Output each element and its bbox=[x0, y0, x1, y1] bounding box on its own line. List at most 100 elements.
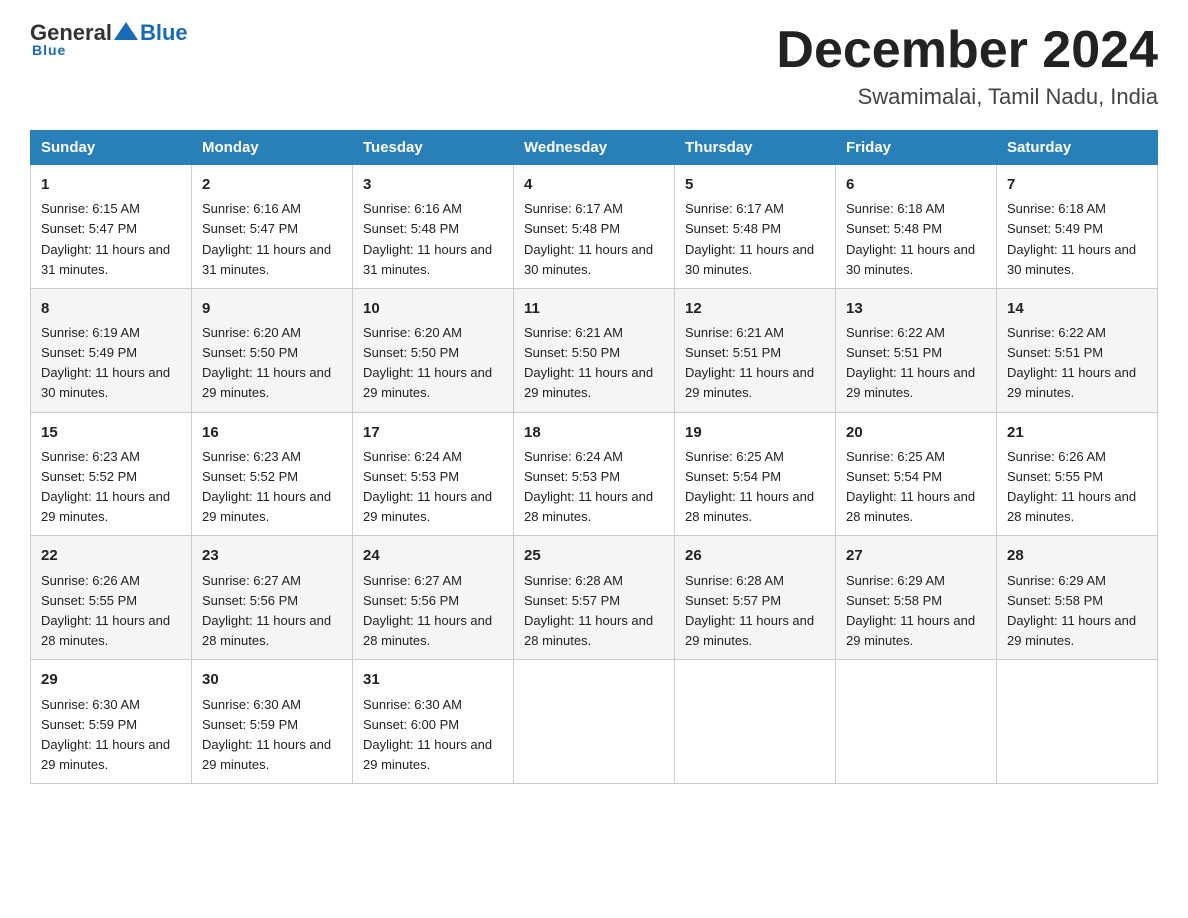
calendar-cell: 26 Sunrise: 6:28 AMSunset: 5:57 PMDayligh… bbox=[675, 536, 836, 660]
calendar-cell: 2 Sunrise: 6:16 AMSunset: 5:47 PMDaylight… bbox=[192, 165, 353, 289]
day-number: 16 bbox=[202, 421, 342, 444]
calendar-cell: 6Sunrise: 6:18 AMSunset: 5:48 PMDaylight… bbox=[836, 165, 997, 289]
day-number: 17 bbox=[363, 421, 503, 444]
day-info: Sunrise: 6:26 AMSunset: 5:55 PMDaylight:… bbox=[1007, 447, 1147, 528]
day-info: Sunrise: 6:24 AMSunset: 5:53 PMDaylight:… bbox=[524, 447, 664, 528]
day-info: Sunrise: 6:21 AMSunset: 5:50 PMDaylight:… bbox=[524, 323, 664, 404]
logo-blue-text: Blue bbox=[140, 20, 188, 46]
title-block: December 2024 Swamimalai, Tamil Nadu, In… bbox=[776, 20, 1158, 110]
calendar-cell bbox=[675, 660, 836, 784]
weekday-header-wednesday: Wednesday bbox=[514, 131, 675, 165]
day-number: 14 bbox=[1007, 297, 1147, 320]
day-number: 3 bbox=[363, 173, 503, 196]
day-info: Sunrise: 6:17 AMSunset: 5:48 PMDaylight:… bbox=[524, 199, 664, 280]
day-number: 1 bbox=[41, 173, 181, 196]
day-info: Sunrise: 6:24 AMSunset: 5:53 PMDaylight:… bbox=[363, 447, 503, 528]
day-info: Sunrise: 6:16 AMSunset: 5:47 PMDaylight:… bbox=[202, 199, 342, 280]
calendar-table: SundayMondayTuesdayWednesdayThursdayFrid… bbox=[30, 130, 1158, 784]
calendar-cell: 5 Sunrise: 6:17 AMSunset: 5:48 PMDaylight… bbox=[675, 165, 836, 289]
day-info: Sunrise: 6:23 AMSunset: 5:52 PMDaylight:… bbox=[202, 447, 342, 528]
day-info: Sunrise: 6:22 AMSunset: 5:51 PMDaylight:… bbox=[1007, 323, 1147, 404]
day-number: 12 bbox=[685, 297, 825, 320]
day-info: Sunrise: 6:23 AMSunset: 5:52 PMDaylight:… bbox=[41, 447, 181, 528]
calendar-cell bbox=[514, 660, 675, 784]
day-number: 22 bbox=[41, 544, 181, 567]
day-number: 24 bbox=[363, 544, 503, 567]
logo: General Blue Blue bbox=[30, 20, 188, 58]
calendar-cell: 1 Sunrise: 6:15 AMSunset: 5:47 PMDaylight… bbox=[31, 165, 192, 289]
day-number: 11 bbox=[524, 297, 664, 320]
day-info: Sunrise: 6:25 AMSunset: 5:54 PMDaylight:… bbox=[846, 447, 986, 528]
page-header: General Blue Blue December 2024 Swamimal… bbox=[30, 20, 1158, 110]
day-info: Sunrise: 6:28 AMSunset: 5:57 PMDaylight:… bbox=[685, 571, 825, 652]
day-info: Sunrise: 6:20 AMSunset: 5:50 PMDaylight:… bbox=[363, 323, 503, 404]
day-number: 19 bbox=[685, 421, 825, 444]
day-number: 4 bbox=[524, 173, 664, 196]
day-info: Sunrise: 6:20 AMSunset: 5:50 PMDaylight:… bbox=[202, 323, 342, 404]
day-info: Sunrise: 6:26 AMSunset: 5:55 PMDaylight:… bbox=[41, 571, 181, 652]
calendar-week-row: 29 Sunrise: 6:30 AMSunset: 5:59 PMDayligh… bbox=[31, 660, 1158, 784]
weekday-header-sunday: Sunday bbox=[31, 131, 192, 165]
calendar-cell: 21 Sunrise: 6:26 AMSunset: 5:55 PMDayligh… bbox=[997, 412, 1158, 536]
location-title: Swamimalai, Tamil Nadu, India bbox=[776, 84, 1158, 110]
day-info: Sunrise: 6:25 AMSunset: 5:54 PMDaylight:… bbox=[685, 447, 825, 528]
day-number: 5 bbox=[685, 173, 825, 196]
calendar-cell: 10 Sunrise: 6:20 AMSunset: 5:50 PMDayligh… bbox=[353, 288, 514, 412]
logo-triangle-icon bbox=[114, 22, 138, 40]
calendar-cell: 8Sunrise: 6:19 AMSunset: 5:49 PMDaylight… bbox=[31, 288, 192, 412]
weekday-header-monday: Monday bbox=[192, 131, 353, 165]
calendar-cell: 12 Sunrise: 6:21 AMSunset: 5:51 PMDayligh… bbox=[675, 288, 836, 412]
day-info: Sunrise: 6:29 AMSunset: 5:58 PMDaylight:… bbox=[846, 571, 986, 652]
calendar-cell: 14 Sunrise: 6:22 AMSunset: 5:51 PMDayligh… bbox=[997, 288, 1158, 412]
day-number: 27 bbox=[846, 544, 986, 567]
weekday-header-row: SundayMondayTuesdayWednesdayThursdayFrid… bbox=[31, 131, 1158, 165]
calendar-cell: 28Sunrise: 6:29 AMSunset: 5:58 PMDayligh… bbox=[997, 536, 1158, 660]
calendar-cell: 7Sunrise: 6:18 AMSunset: 5:49 PMDaylight… bbox=[997, 165, 1158, 289]
calendar-cell: 19 Sunrise: 6:25 AMSunset: 5:54 PMDayligh… bbox=[675, 412, 836, 536]
calendar-cell: 20 Sunrise: 6:25 AMSunset: 5:54 PMDayligh… bbox=[836, 412, 997, 536]
calendar-cell bbox=[997, 660, 1158, 784]
day-number: 26 bbox=[685, 544, 825, 567]
day-number: 28 bbox=[1007, 544, 1147, 567]
day-info: Sunrise: 6:15 AMSunset: 5:47 PMDaylight:… bbox=[41, 199, 181, 280]
weekday-header-saturday: Saturday bbox=[997, 131, 1158, 165]
day-number: 21 bbox=[1007, 421, 1147, 444]
calendar-cell: 25 Sunrise: 6:28 AMSunset: 5:57 PMDayligh… bbox=[514, 536, 675, 660]
day-info: Sunrise: 6:22 AMSunset: 5:51 PMDaylight:… bbox=[846, 323, 986, 404]
calendar-cell: 18 Sunrise: 6:24 AMSunset: 5:53 PMDayligh… bbox=[514, 412, 675, 536]
day-info: Sunrise: 6:19 AMSunset: 5:49 PMDaylight:… bbox=[41, 323, 181, 404]
calendar-cell: 15Sunrise: 6:23 AMSunset: 5:52 PMDayligh… bbox=[31, 412, 192, 536]
day-number: 25 bbox=[524, 544, 664, 567]
day-info: Sunrise: 6:27 AMSunset: 5:56 PMDaylight:… bbox=[202, 571, 342, 652]
day-info: Sunrise: 6:27 AMSunset: 5:56 PMDaylight:… bbox=[363, 571, 503, 652]
calendar-cell bbox=[836, 660, 997, 784]
calendar-cell: 22 Sunrise: 6:26 AMSunset: 5:55 PMDayligh… bbox=[31, 536, 192, 660]
calendar-cell: 11 Sunrise: 6:21 AMSunset: 5:50 PMDayligh… bbox=[514, 288, 675, 412]
calendar-week-row: 1 Sunrise: 6:15 AMSunset: 5:47 PMDaylight… bbox=[31, 165, 1158, 289]
day-info: Sunrise: 6:18 AMSunset: 5:49 PMDaylight:… bbox=[1007, 199, 1147, 280]
day-number: 13 bbox=[846, 297, 986, 320]
weekday-header-tuesday: Tuesday bbox=[353, 131, 514, 165]
calendar-cell: 31 Sunrise: 6:30 AMSunset: 6:00 PMDayligh… bbox=[353, 660, 514, 784]
calendar-week-row: 15Sunrise: 6:23 AMSunset: 5:52 PMDayligh… bbox=[31, 412, 1158, 536]
calendar-cell: 4 Sunrise: 6:17 AMSunset: 5:48 PMDaylight… bbox=[514, 165, 675, 289]
day-info: Sunrise: 6:16 AMSunset: 5:48 PMDaylight:… bbox=[363, 199, 503, 280]
calendar-week-row: 22 Sunrise: 6:26 AMSunset: 5:55 PMDayligh… bbox=[31, 536, 1158, 660]
weekday-header-friday: Friday bbox=[836, 131, 997, 165]
day-info: Sunrise: 6:21 AMSunset: 5:51 PMDaylight:… bbox=[685, 323, 825, 404]
calendar-cell: 13 Sunrise: 6:22 AMSunset: 5:51 PMDayligh… bbox=[836, 288, 997, 412]
day-number: 20 bbox=[846, 421, 986, 444]
day-number: 2 bbox=[202, 173, 342, 196]
day-number: 23 bbox=[202, 544, 342, 567]
day-info: Sunrise: 6:30 AMSunset: 6:00 PMDaylight:… bbox=[363, 695, 503, 776]
calendar-cell: 23 Sunrise: 6:27 AMSunset: 5:56 PMDayligh… bbox=[192, 536, 353, 660]
day-info: Sunrise: 6:17 AMSunset: 5:48 PMDaylight:… bbox=[685, 199, 825, 280]
day-number: 18 bbox=[524, 421, 664, 444]
day-number: 9 bbox=[202, 297, 342, 320]
day-number: 29 bbox=[41, 668, 181, 691]
day-number: 10 bbox=[363, 297, 503, 320]
day-number: 31 bbox=[363, 668, 503, 691]
day-info: Sunrise: 6:30 AMSunset: 5:59 PMDaylight:… bbox=[202, 695, 342, 776]
day-info: Sunrise: 6:30 AMSunset: 5:59 PMDaylight:… bbox=[41, 695, 181, 776]
day-info: Sunrise: 6:28 AMSunset: 5:57 PMDaylight:… bbox=[524, 571, 664, 652]
